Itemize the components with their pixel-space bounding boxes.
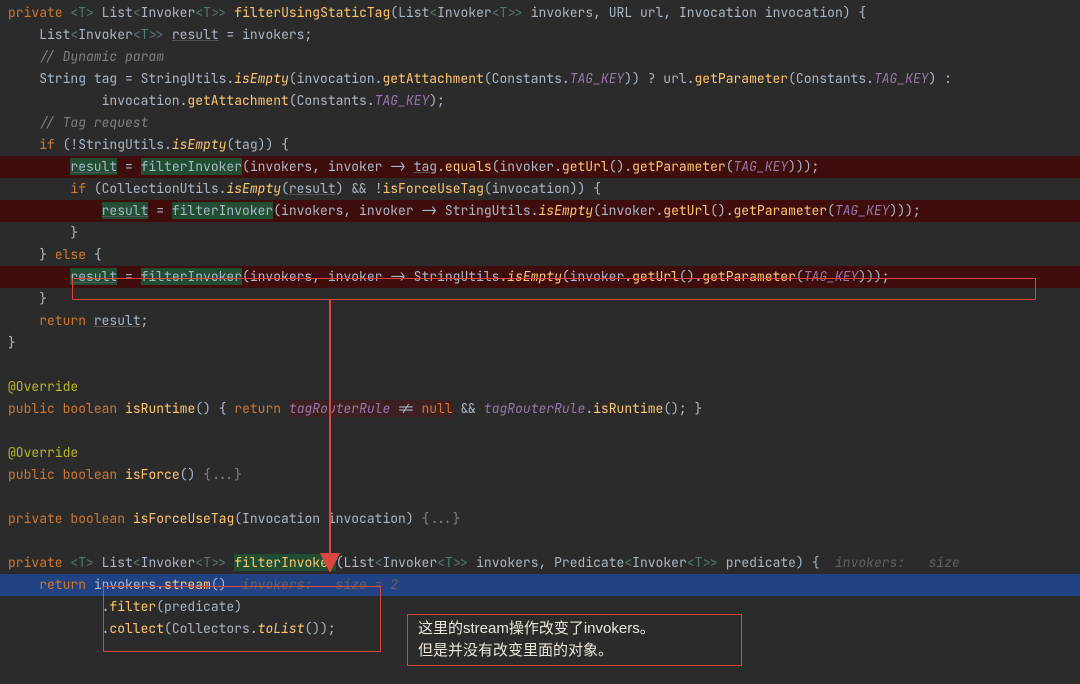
code-line: public boolean isForce() {...} (0, 464, 1080, 486)
code-line: } (0, 332, 1080, 354)
code-line: private <T> List<Invoker<T>> filterInvok… (0, 552, 1080, 574)
code-line: result = filterInvoker(invokers, invoker… (0, 156, 1080, 178)
annotation-tooltip: 这里的stream操作改变了invokers。 但是并没有改变里面的对象。 (407, 614, 742, 666)
code-line: if (!StringUtils.isEmpty(tag)) { (0, 134, 1080, 156)
annotation-line2: 但是并没有改变里面的对象。 (418, 640, 731, 662)
code-editor[interactable]: private <T> List<Invoker<T>> filterUsing… (0, 0, 1080, 640)
code-line: private boolean isForceUseTag(Invocation… (0, 508, 1080, 530)
code-line: List<Invoker<T>> result = invokers; (0, 24, 1080, 46)
code-line (0, 530, 1080, 552)
code-line: } (0, 288, 1080, 310)
code-line: // Tag request (0, 112, 1080, 134)
code-line (0, 420, 1080, 442)
annotation-line1: 这里的stream操作改变了invokers。 (418, 618, 731, 640)
code-line: return result; (0, 310, 1080, 332)
code-line-selected: return invokers.stream() invokers: size … (0, 574, 1080, 596)
code-line: String tag = StringUtils.isEmpty(invocat… (0, 68, 1080, 90)
code-line: public boolean isRuntime() { return tagR… (0, 398, 1080, 420)
code-line: } else { (0, 244, 1080, 266)
code-line (0, 354, 1080, 376)
code-line: invocation.getAttachment(Constants.TAG_K… (0, 90, 1080, 112)
code-line: } (0, 222, 1080, 244)
code-line-highlighted: result = filterInvoker(invokers, invoker… (0, 266, 1080, 288)
code-line: private <T> List<Invoker<T>> filterUsing… (0, 2, 1080, 24)
code-line: if (CollectionUtils.isEmpty(result) && !… (0, 178, 1080, 200)
code-line: // Dynamic param (0, 46, 1080, 68)
code-line: result = filterInvoker(invokers, invoker… (0, 200, 1080, 222)
code-line (0, 486, 1080, 508)
code-line: @Override (0, 442, 1080, 464)
code-line: @Override (0, 376, 1080, 398)
